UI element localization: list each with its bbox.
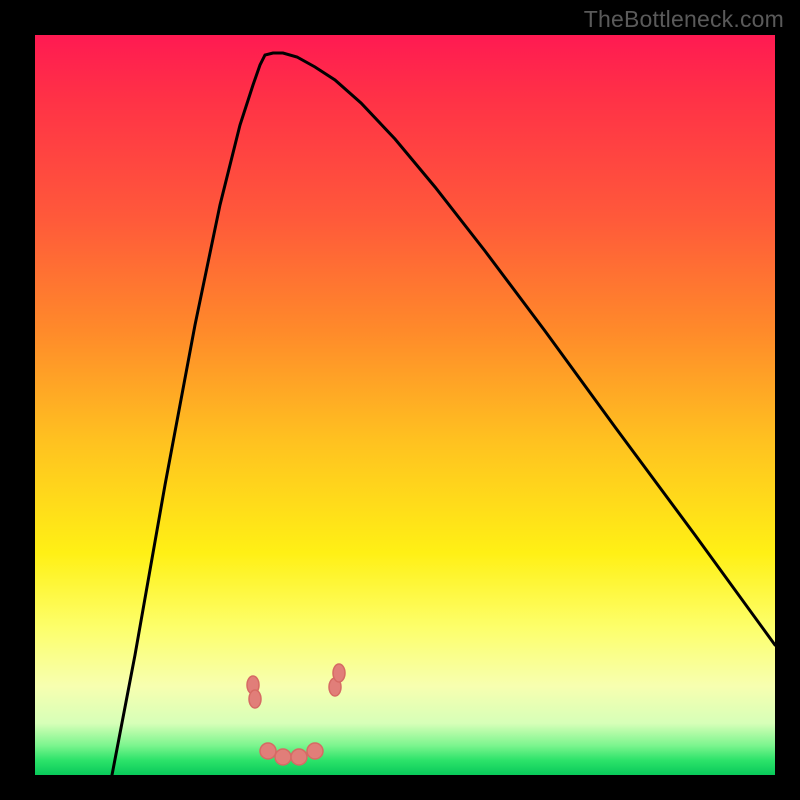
data-marker [249, 690, 261, 708]
data-marker [333, 664, 345, 682]
data-marker [307, 743, 323, 759]
watermark-text: TheBottleneck.com [584, 6, 784, 33]
bottleneck-curve [112, 53, 775, 775]
outer-frame: TheBottleneck.com [0, 0, 800, 800]
data-markers [247, 664, 345, 765]
plot-area [35, 35, 775, 775]
data-marker [275, 749, 291, 765]
curve-svg [35, 35, 775, 775]
data-marker [260, 743, 276, 759]
data-marker [291, 749, 307, 765]
